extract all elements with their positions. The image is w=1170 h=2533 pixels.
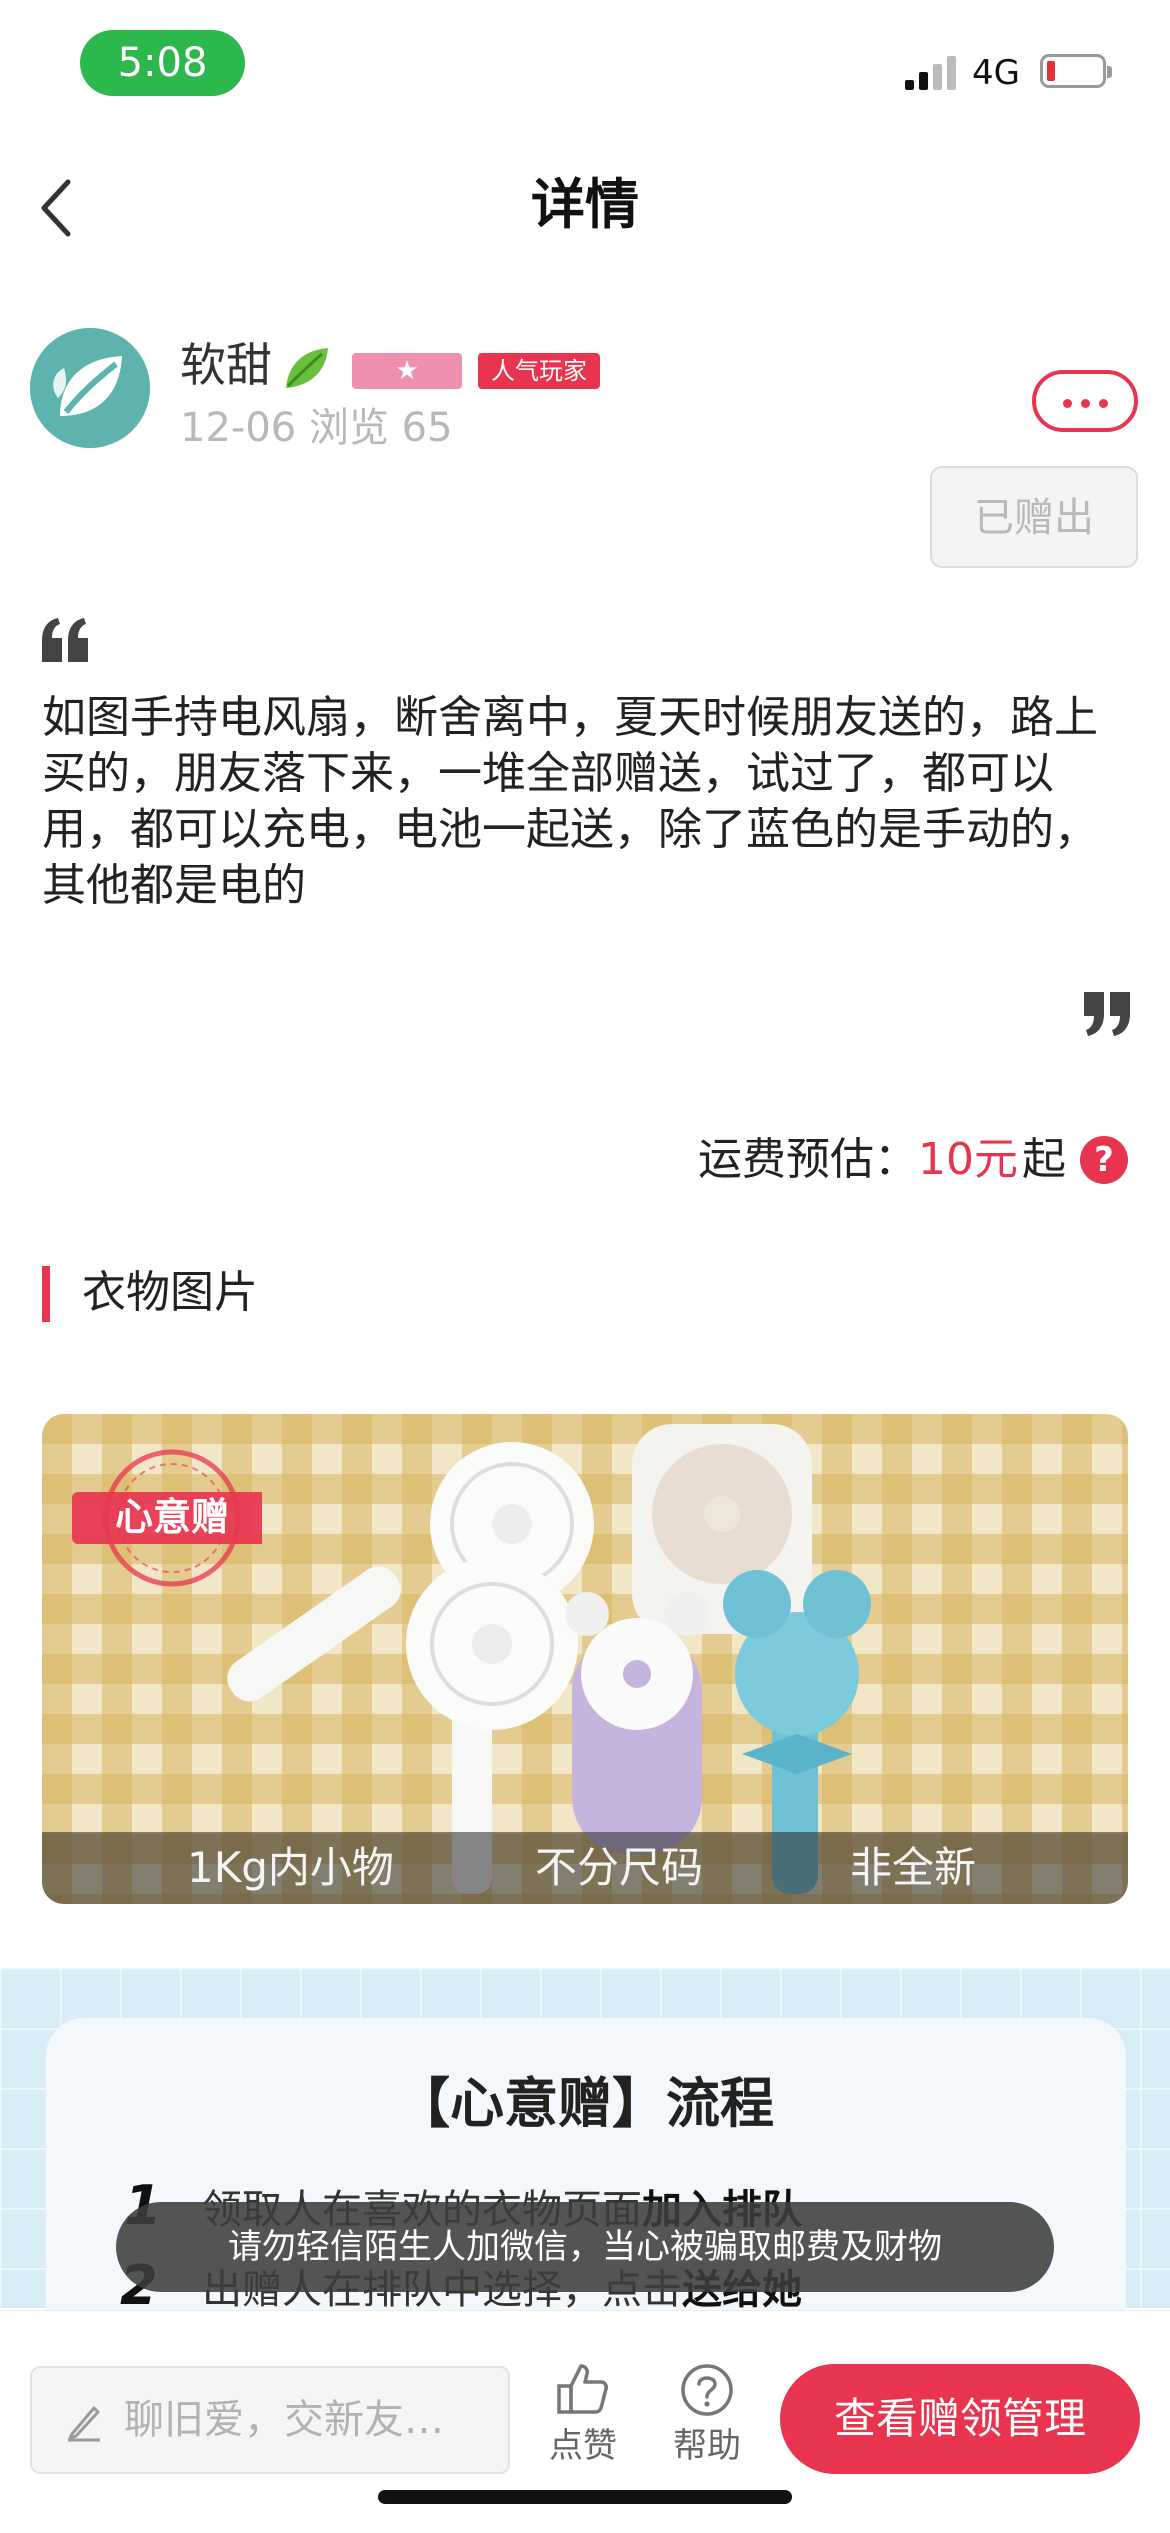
network-type: 4G [972,53,1020,93]
star-badge: ★ [352,353,462,389]
chat-placeholder: 聊旧爱，交新友… [124,2397,444,2443]
toast-warning: 请勿轻信陌生人加微信，当心被骗取邮费及财物 [116,2202,1054,2292]
status-time: 5:08 [80,30,245,96]
question-icon [681,2364,733,2416]
page-title: 详情 [531,173,639,236]
stamp-text: 心意赠 [115,1495,229,1539]
flow-title: 【心意赠】流程 [396,2072,774,2135]
more-dots-icon[interactable] [1032,370,1138,432]
section-accent-bar [42,1266,50,1322]
like-label: 点赞 [549,2426,617,2466]
help-circle-icon[interactable]: ? [1080,1136,1128,1184]
avatar[interactable] [30,328,150,448]
battery-icon [1040,54,1112,88]
shipping-price: 10元 [918,1134,1018,1185]
help-button[interactable]: 帮助 [662,2360,752,2468]
gift-stamp-logo: 心意赠 [72,1444,262,1594]
section-title: 衣物图片 [82,1267,258,1318]
quote-close-icon [1082,992,1132,1036]
shipping-estimate: 运费预估： 10元 起 ? [698,1130,1128,1190]
username: 软甜 [180,338,272,392]
like-button[interactable]: 点赞 [538,2360,628,2468]
home-indicator [378,2490,792,2504]
thumbs-up-icon [557,2364,608,2414]
pencil-icon [62,2400,106,2444]
manage-gifts-button[interactable]: 查看赠领管理 [780,2364,1140,2474]
tag-weight: 1Kg内小物 [187,1843,394,1892]
quote-open-icon [40,618,90,662]
post-meta: 12-06 浏览 65 [180,405,453,451]
popular-badge: 人气玩家 [478,353,600,389]
photo-tag-bar: 1Kg内小物 不分尺码 非全新 [42,1832,1128,1904]
leaf-icon [278,340,334,396]
tag-size: 不分尺码 [535,1843,704,1892]
shipping-suffix: 起 [1022,1134,1066,1185]
item-photo[interactable]: 心意赠 1Kg内小物 不分尺码 非全新 [42,1414,1128,1904]
help-label: 帮助 [673,2426,741,2466]
signal-icon [905,56,957,90]
shipping-label: 运费预估： [698,1134,918,1185]
given-status-button[interactable]: 已赠出 [930,466,1138,568]
tag-condition: 非全新 [850,1843,977,1892]
post-description: 如图手持电风扇，断舍离中，夏天时候朋友送的，路上买的，朋友落下来，一堆全部赠送，… [42,692,1098,911]
chat-input[interactable]: 聊旧爱，交新友… [30,2366,510,2474]
